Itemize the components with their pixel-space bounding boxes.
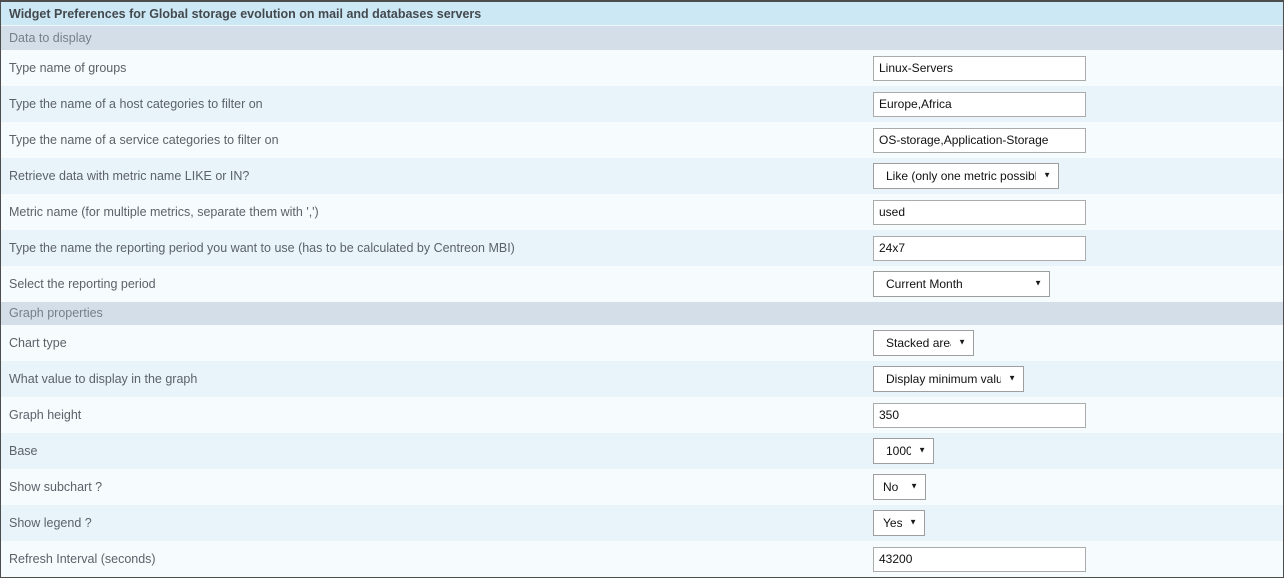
field-label: Retrieve data with metric name LIKE or I…: [1, 169, 873, 183]
field-label: Chart type: [1, 336, 873, 350]
form-row: Chart type Stacked area ▼: [1, 325, 1283, 361]
form-row: Base 1000 ▼: [1, 433, 1283, 469]
form-row: Select the reporting period Current Mont…: [1, 266, 1283, 302]
select-wrapper: Display minimum value ▼: [873, 366, 1024, 392]
field-label: Type the name the reporting period you w…: [1, 241, 873, 255]
form-row: Type the name of a service categories to…: [1, 122, 1283, 158]
host-categories-input[interactable]: [873, 92, 1086, 117]
form-row: Show legend ? Yes ▼: [1, 505, 1283, 541]
panel-title: Widget Preferences for Global storage ev…: [1, 2, 1283, 26]
field-label: Show legend ?: [1, 516, 873, 530]
field-label: Base: [1, 444, 873, 458]
select-wrapper: No ▼: [873, 474, 926, 500]
field-label: Select the reporting period: [1, 277, 873, 291]
service-categories-input[interactable]: [873, 128, 1086, 153]
field-label: Show subchart ?: [1, 480, 873, 494]
field-label: Type name of groups: [1, 61, 873, 75]
select-wrapper: Like (only one metric possible) ▼: [873, 163, 1059, 189]
select-wrapper: Current Month ▼: [873, 271, 1050, 297]
field-label: Type the name of a host categories to fi…: [1, 97, 873, 111]
show-subchart-select[interactable]: No: [873, 474, 926, 500]
form-row: What value to display in the graph Displ…: [1, 361, 1283, 397]
field-label: Metric name (for multiple metrics, separ…: [1, 205, 873, 219]
reporting-period-name-input[interactable]: [873, 236, 1086, 261]
select-wrapper: Yes ▼: [873, 510, 925, 536]
form-row: Type the name the reporting period you w…: [1, 230, 1283, 266]
base-select[interactable]: 1000: [873, 438, 934, 464]
widget-preferences-panel: Widget Preferences for Global storage ev…: [0, 0, 1284, 578]
chart-type-select[interactable]: Stacked area: [873, 330, 974, 356]
form-row: Type the name of a host categories to fi…: [1, 86, 1283, 122]
form-row: Graph height: [1, 397, 1283, 433]
graph-value-select[interactable]: Display minimum value: [873, 366, 1024, 392]
reporting-period-select[interactable]: Current Month: [873, 271, 1050, 297]
select-wrapper: Stacked area ▼: [873, 330, 974, 356]
form-row: Type name of groups: [1, 50, 1283, 86]
field-label: Type the name of a service categories to…: [1, 133, 873, 147]
form-row: Show subchart ? No ▼: [1, 469, 1283, 505]
section-header-graph-properties: Graph properties: [1, 302, 1283, 325]
metric-name-input[interactable]: [873, 200, 1086, 225]
select-wrapper: 1000 ▼: [873, 438, 934, 464]
field-label: Refresh Interval (seconds): [1, 552, 873, 566]
form-row: Metric name (for multiple metrics, separ…: [1, 194, 1283, 230]
groups-input[interactable]: [873, 56, 1086, 81]
section-header-data-to-display: Data to display: [1, 26, 1283, 50]
form-row: Refresh Interval (seconds): [1, 541, 1283, 577]
graph-height-input[interactable]: [873, 403, 1086, 428]
show-legend-select[interactable]: Yes: [873, 510, 925, 536]
field-label: Graph height: [1, 408, 873, 422]
metric-match-select[interactable]: Like (only one metric possible): [873, 163, 1059, 189]
field-label: What value to display in the graph: [1, 372, 873, 386]
refresh-interval-input[interactable]: [873, 547, 1086, 572]
form-row: Retrieve data with metric name LIKE or I…: [1, 158, 1283, 194]
